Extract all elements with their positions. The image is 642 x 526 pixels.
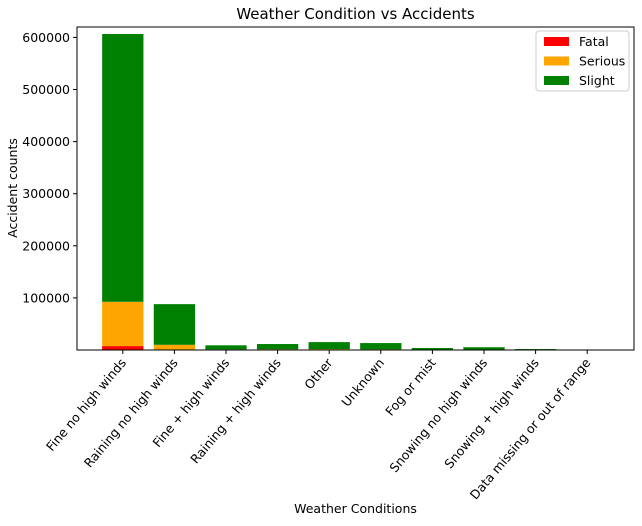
x-axis-label: Weather Conditions [294, 501, 417, 516]
legend-swatch-slight [544, 76, 569, 85]
x-tick-label-7: Fog or mist [382, 355, 439, 418]
x-tick-label-2: Raining no high winds [81, 355, 181, 470]
x-tick-label-8: Snowing no high winds [386, 355, 490, 475]
legend-label-fatal: Fatal [579, 34, 609, 49]
bar-slight-8 [463, 347, 505, 350]
y-axis-label: Accident counts [5, 138, 20, 238]
bar-slight-6 [360, 343, 402, 350]
chart-title: Weather Condition vs Accidents [236, 5, 475, 23]
y-tick-label-6: 600000 [22, 30, 70, 45]
bar-slight-2 [153, 304, 196, 345]
bar-serious-1 [102, 301, 144, 347]
x-tick-label-9: Snowing + high winds [441, 355, 542, 471]
legend-swatch-fatal [544, 37, 569, 46]
y-tick-label-4: 400000 [22, 134, 70, 149]
y-axis: 100000 200000 300000 400000 500000 600000 [22, 30, 77, 305]
y-tick-label-5: 500000 [22, 82, 70, 97]
legend-swatch-serious [544, 56, 569, 66]
bar-slight-7 [411, 348, 454, 350]
bar-fatal-1 [102, 346, 144, 350]
y-tick-label-2: 200000 [22, 238, 70, 253]
y-tick-label-1: 100000 [22, 290, 70, 305]
x-tick-label-4: Raining + high winds [187, 355, 284, 466]
x-tick-label-6: Unknown [338, 355, 387, 409]
y-tick-label-3: 300000 [22, 186, 70, 201]
bar-slight-3 [205, 345, 247, 350]
x-tick-label-5: Other [301, 355, 336, 392]
bar-slight-4 [256, 344, 299, 350]
legend-label-slight: Slight [579, 73, 615, 88]
legend-label-serious: Serious [579, 54, 625, 69]
bar-slight-1 [102, 34, 144, 302]
chart-svg: Weather Condition vs Accidents 100000 200… [5, 5, 635, 516]
x-axis: Fine no high windsRaining no high windsF… [43, 350, 594, 502]
bar-slight-5 [308, 342, 350, 350]
legend: Fatal Serious Slight [535, 30, 630, 92]
plot-area [102, 34, 608, 351]
weather-accidents-chart: Weather Condition vs Accidents 100000 200… [0, 0, 642, 522]
bar-serious-2 [153, 344, 196, 350]
